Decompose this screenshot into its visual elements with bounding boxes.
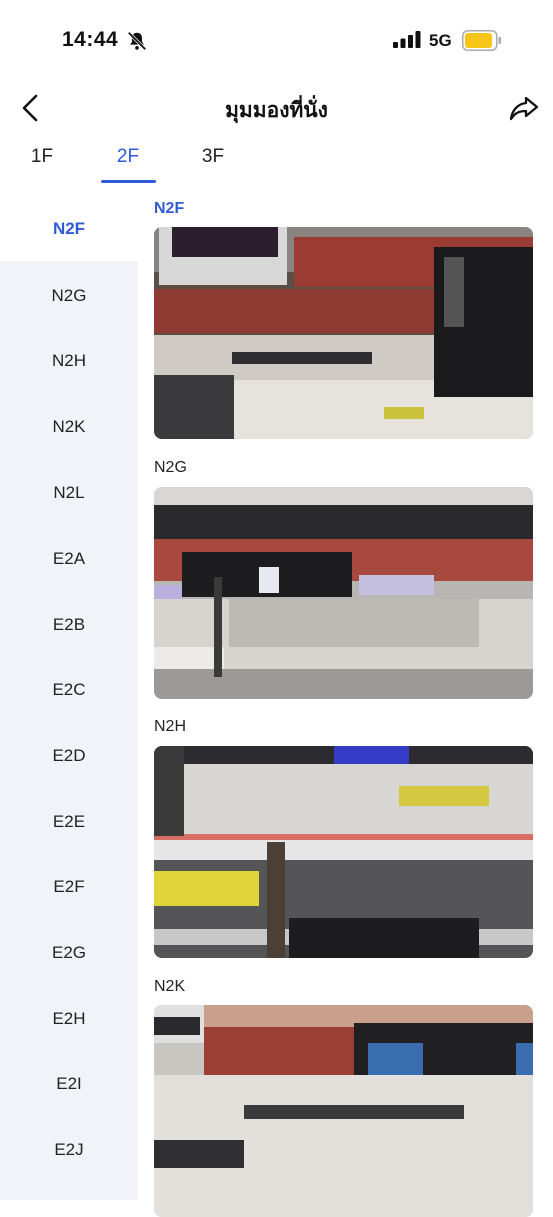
network-type: 5G (429, 31, 452, 50)
sidebar-item-n2g[interactable]: N2G (0, 263, 138, 328)
section-label-n2h: N2H (154, 718, 187, 735)
tab-3f[interactable]: 3F (178, 146, 248, 168)
seat-view-photo-n2g[interactable] (154, 487, 533, 699)
bell-slash-icon (127, 31, 147, 51)
battery-icon (462, 30, 501, 51)
stadium-photo (154, 487, 533, 699)
seat-view-photo-n2k[interactable] (154, 1005, 533, 1217)
seat-view-photo-n2f[interactable] (154, 227, 533, 439)
page-title: มุมมองที่นั่ง (225, 99, 328, 122)
sidebar-item-e2a[interactable]: E2A (0, 526, 138, 591)
tab-1f[interactable]: 1F (7, 146, 77, 168)
stadium-photo (154, 227, 533, 439)
signal-icon (393, 31, 421, 48)
sidebar-item-n2f[interactable]: N2F (0, 196, 138, 261)
sidebar-item-e2i[interactable]: E2I (0, 1051, 138, 1116)
top-nav: มุมมองที่นั่ง (0, 80, 553, 136)
sidebar-item-e2f[interactable]: E2F (0, 854, 138, 919)
stadium-photo (154, 746, 533, 958)
sidebar-item-n2h[interactable]: N2H (0, 328, 138, 393)
sidebar-item-e2g[interactable]: E2G (0, 920, 138, 985)
status-time: 14:44 (62, 28, 119, 51)
sidebar-item-e2d[interactable]: E2D (0, 723, 138, 788)
sidebar-item-e2h[interactable]: E2H (0, 986, 138, 1051)
tab-2f[interactable]: 2F (93, 146, 163, 168)
share-arrow-icon (509, 96, 539, 121)
sidebar-item-e2b[interactable]: E2B (0, 592, 138, 657)
sidebar-item-n2l[interactable]: N2L (0, 460, 138, 525)
floor-tabs: 1F 2F 3F (0, 140, 553, 186)
status-bar: 14:44 5G (0, 0, 553, 80)
sidebar-item-e2c[interactable]: E2C (0, 657, 138, 722)
seat-view-list: N2F N2G N2H N2K (138, 196, 553, 1217)
section-sidebar: N2F N2G N2H N2K N2L E2A E2B E2C E2D E2E … (0, 196, 138, 1200)
sidebar-item-e2e[interactable]: E2E (0, 789, 138, 854)
section-label-n2f: N2F (154, 200, 185, 217)
active-tab-indicator (101, 180, 156, 183)
section-label-n2k: N2K (154, 978, 186, 995)
stadium-photo (154, 1005, 533, 1217)
share-button[interactable] (508, 92, 540, 124)
section-label-n2g: N2G (154, 459, 187, 476)
seat-view-photo-n2h[interactable] (154, 746, 533, 958)
sidebar-item-n2k[interactable]: N2K (0, 394, 138, 459)
sidebar-item-e2j[interactable]: E2J (0, 1117, 138, 1182)
